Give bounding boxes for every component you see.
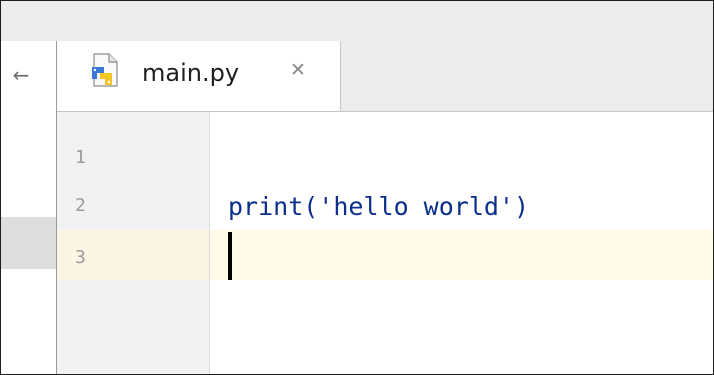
current-line-highlight [210,230,713,280]
python-file-icon [90,53,122,87]
line-number: 2 [75,195,86,216]
line-number: 1 [75,147,86,168]
left-panel: ← [1,41,57,374]
ide-window: ← main.py ✕ 1 2 3 print('hello world') [0,0,714,375]
tab-main-py[interactable]: main.py ✕ [57,41,341,111]
code-editor[interactable]: print('hello world') [210,112,713,374]
top-toolbar [1,1,713,41]
line-number: 3 [75,247,86,268]
tab-label: main.py [142,59,240,87]
left-arrow-icon[interactable]: ← [9,63,33,87]
left-panel-selected-row [1,217,56,269]
code-line-2[interactable]: print('hello world') [228,192,529,221]
editor-tab-strip: main.py ✕ [57,41,713,112]
line-number-gutter: 1 2 3 [57,112,210,374]
close-icon[interactable]: ✕ [288,60,308,80]
text-caret [228,232,232,280]
